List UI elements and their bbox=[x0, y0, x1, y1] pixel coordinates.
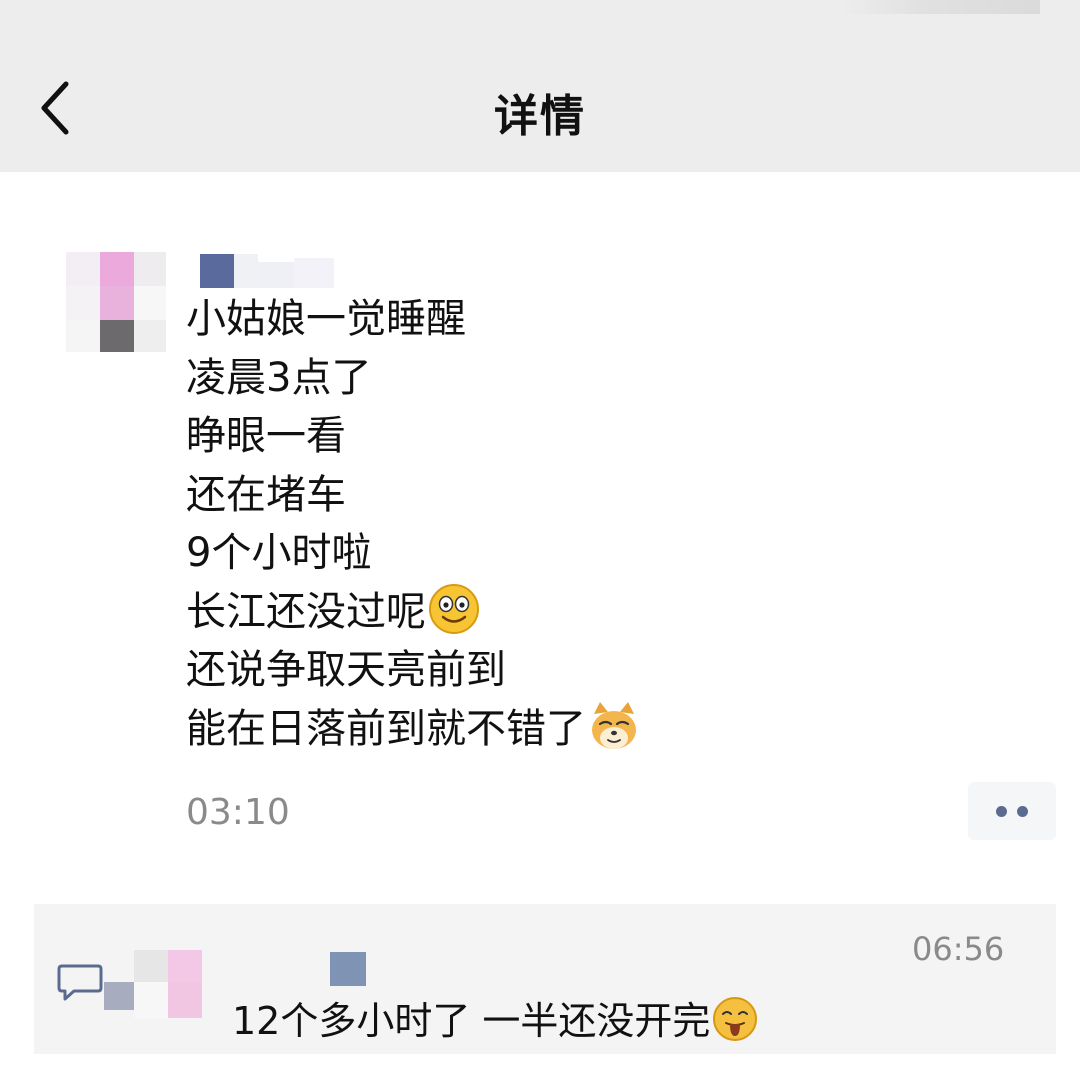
post-line: 能在日落前到就不错了 bbox=[186, 700, 986, 759]
post-line: 长江还没过呢 bbox=[186, 583, 986, 642]
comment-text: 12个多小时了 一半还没开完 bbox=[232, 990, 758, 1045]
page-title: 详情 bbox=[494, 91, 586, 142]
post-timestamp: 03:10 bbox=[186, 792, 290, 833]
post-line: 9个小时啦 bbox=[186, 530, 372, 576]
avatar[interactable] bbox=[66, 228, 166, 352]
post-line: 还在堵车 bbox=[186, 471, 346, 518]
commenter-avatar-blurred[interactable] bbox=[104, 950, 244, 1026]
commenter-name-blurred[interactable] bbox=[330, 952, 366, 986]
author-name-blurred[interactable] bbox=[194, 254, 334, 288]
post-line: 小姑娘一觉睡醒 bbox=[186, 296, 466, 342]
smile-emoji-icon bbox=[428, 583, 480, 635]
more-dots-icon[interactable] bbox=[968, 782, 1056, 840]
doge-emoji-icon bbox=[588, 700, 640, 752]
post-content: 小姑娘一觉睡醒 凌晨3点了 睁眼一看 还在堵车 9个小时啦 长江还没过呢 还说争… bbox=[186, 290, 986, 758]
nav-header: 详情 bbox=[0, 0, 1080, 172]
comment-timestamp: 06:56 bbox=[912, 930, 1005, 968]
comment-bubble-icon bbox=[56, 962, 104, 1004]
post-line: 凌晨3点了 bbox=[186, 354, 372, 401]
comment-area: 06:56 12个多小时了 一半还没开完 bbox=[34, 904, 1056, 1054]
status-bar-fragment bbox=[840, 0, 1040, 14]
tongue-out-emoji-icon bbox=[712, 996, 758, 1042]
post-line: 还说争取天亮前到 bbox=[186, 647, 506, 693]
post-line: 睁眼一看 bbox=[186, 413, 346, 459]
